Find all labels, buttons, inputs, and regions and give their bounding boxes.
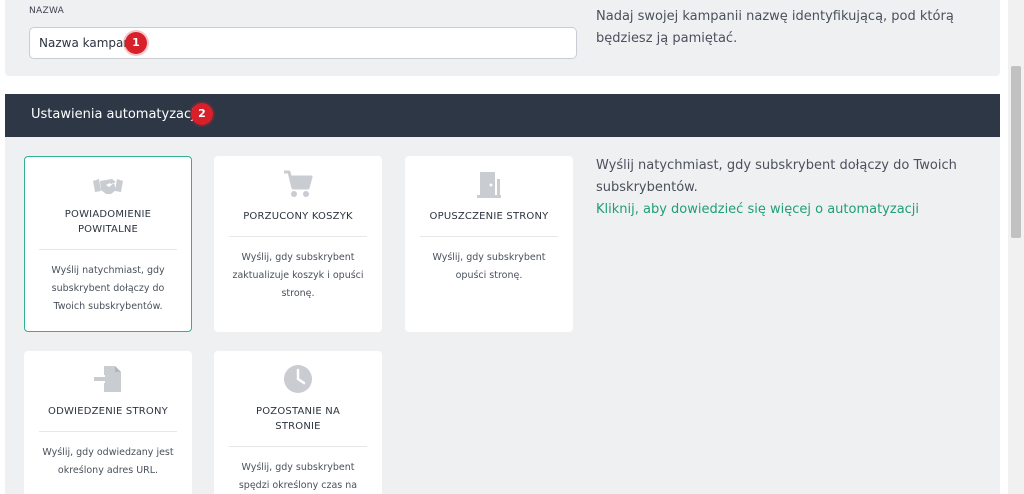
- clock-icon: [284, 365, 312, 393]
- campaign-name-input[interactable]: Nazwa kampanii: [29, 27, 577, 59]
- card-divider: [420, 236, 558, 237]
- automation-card-abandoned-cart[interactable]: PORZUCONY KOSZYK Wyślij, gdy subskrybent…: [214, 156, 382, 332]
- card-description: Wyślij, gdy subskrybent zaktualizuje kos…: [232, 252, 364, 299]
- card-title: OPUSZCZENIE STRONY: [429, 211, 549, 222]
- card-description: Wyślij, gdy odwiedzany jest określony ad…: [42, 447, 174, 476]
- card-title: POZOSTANIE NA STRONIE: [256, 406, 340, 432]
- step-badge-1: 1: [125, 32, 147, 54]
- card-title: POWIADOMIENIE POWITALNE: [64, 209, 152, 235]
- card-divider: [39, 249, 177, 250]
- cart-icon: [284, 170, 313, 197]
- name-help-text: Nadaj swojej kampanii nazwę identyfikują…: [596, 9, 954, 46]
- enter-page-icon: [94, 366, 121, 392]
- automation-help-text: Wyślij natychmiast, gdy subskrybent dołą…: [596, 158, 957, 195]
- door-exit-icon: [477, 172, 501, 198]
- card-divider: [229, 236, 367, 237]
- handshake-icon: [93, 179, 123, 194]
- name-label: NAZWA: [29, 6, 65, 16]
- automation-card-welcome[interactable]: POWIADOMIENIE POWITALNE Wyślij natychmia…: [24, 156, 192, 332]
- automation-card-page-exit[interactable]: OPUSZCZENIE STRONY Wyślij, gdy subskrybe…: [405, 156, 573, 332]
- automation-card-page-visit[interactable]: ODWIEDZENIE STRONY Wyślij, gdy odwiedzan…: [24, 351, 192, 494]
- automation-title: Ustawienia automatyzacji: [31, 107, 199, 122]
- automation-card-time-on-page[interactable]: POZOSTANIE NA STRONIE Wyślij, gdy subskr…: [214, 351, 382, 494]
- card-title: ODWIEDZENIE STRONY: [48, 406, 168, 417]
- scrollbar-thumb[interactable]: [1011, 66, 1021, 238]
- card-description: Wyślij, gdy subskrybent spędzi określony…: [238, 462, 358, 491]
- card-divider: [39, 431, 177, 432]
- card-divider: [229, 446, 367, 447]
- card-title: PORZUCONY KOSZYK: [243, 211, 353, 222]
- step-badge-2: 2: [191, 103, 213, 125]
- card-description: Wyślij natychmiast, gdy subskrybent dołą…: [51, 265, 165, 312]
- learn-more-link[interactable]: Kliknij, aby dowiedzieć się więcej o aut…: [596, 199, 919, 221]
- automation-header: Ustawienia automatyzacji 2: [5, 94, 1000, 137]
- card-description: Wyślij, gdy subskrybent opuści stronę.: [432, 252, 546, 281]
